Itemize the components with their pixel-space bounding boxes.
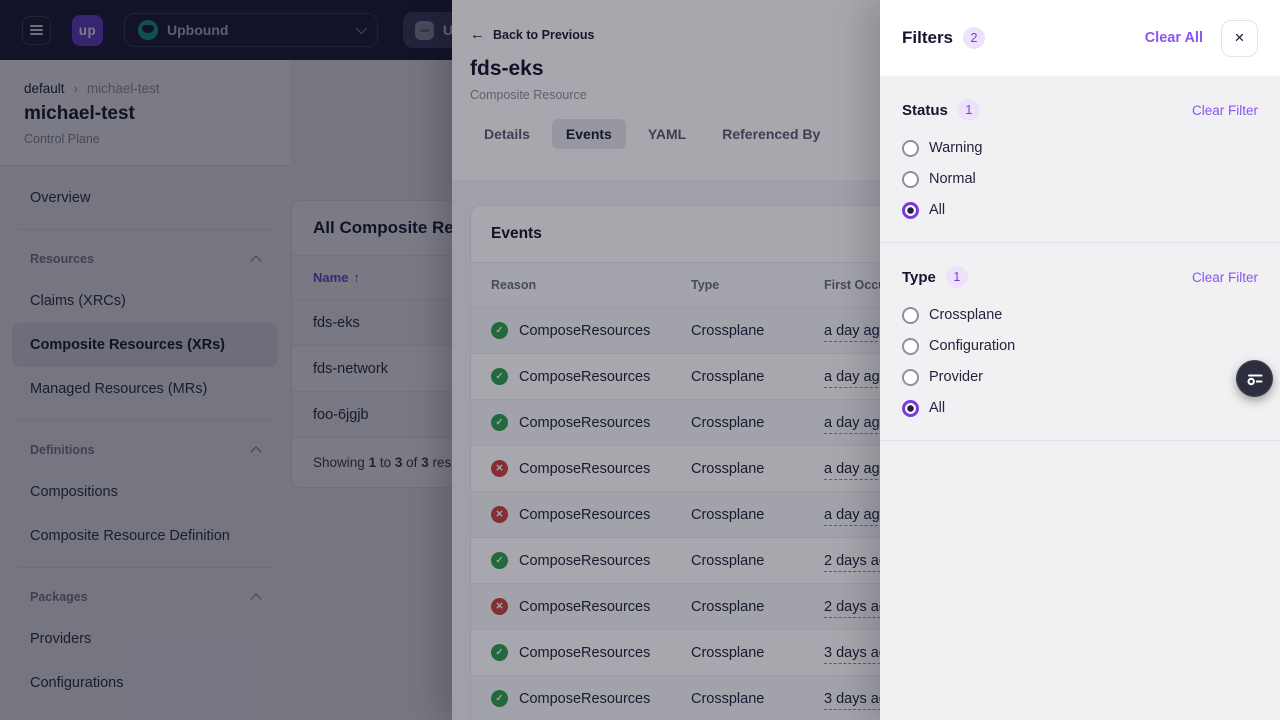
radio-option-crossplane[interactable]: Crossplane xyxy=(902,303,1258,327)
radio-checked-icon[interactable] xyxy=(902,202,919,219)
radio-option-all[interactable]: All xyxy=(902,396,1258,420)
radio-option-label: Configuration xyxy=(929,338,1015,354)
filter-fab-button[interactable] xyxy=(1236,360,1273,397)
clear-filter-button[interactable]: Clear Filter xyxy=(1192,103,1258,118)
radio-option-label: All xyxy=(929,202,945,218)
clear-filter-button[interactable]: Clear Filter xyxy=(1192,270,1258,285)
close-filter-button[interactable]: × xyxy=(1221,20,1258,57)
filter-section-title: Status xyxy=(902,102,948,119)
radio-unchecked-icon[interactable] xyxy=(902,171,919,188)
radio-option-label: Crossplane xyxy=(929,307,1002,323)
filter-section-header: Type 1 Clear Filter xyxy=(902,266,1258,288)
radio-unchecked-icon[interactable] xyxy=(902,369,919,386)
radio-option-configuration[interactable]: Configuration xyxy=(902,334,1258,358)
radio-option-warning[interactable]: Warning xyxy=(902,136,1258,160)
radio-option-label: Normal xyxy=(929,171,976,187)
close-icon: × xyxy=(1235,28,1245,48)
radio-option-label: Warning xyxy=(929,140,982,156)
radio-unchecked-icon[interactable] xyxy=(902,338,919,355)
radio-option-normal[interactable]: Normal xyxy=(902,167,1258,191)
app-window: up Upbound U default › michael-test mich… xyxy=(0,0,1280,720)
radio-unchecked-icon[interactable] xyxy=(902,307,919,324)
filter-panel-header: Filters 2 Clear All × xyxy=(880,0,1280,76)
filter-options: Crossplane Configuration Provider All xyxy=(902,303,1258,420)
filter-section-type: Type 1 Clear Filter Crossplane Configuration… xyxy=(880,243,1280,441)
filter-section-header: Status 1 Clear Filter xyxy=(902,99,1258,121)
filters-count-badge: 2 xyxy=(963,27,985,49)
filter-options: Warning Normal All xyxy=(902,136,1258,222)
filter-section-title: Type xyxy=(902,269,936,286)
filter-section-count-badge: 1 xyxy=(946,266,968,288)
filter-section-count-badge: 1 xyxy=(958,99,980,121)
filters-title: Filters xyxy=(902,28,953,48)
filter-panel: Filters 2 Clear All × Status 1 Clear Filte… xyxy=(880,0,1280,720)
filter-section-status: Status 1 Clear Filter Warning Normal All xyxy=(880,76,1280,243)
radio-checked-icon[interactable] xyxy=(902,400,919,417)
clear-all-button[interactable]: Clear All xyxy=(1145,30,1203,46)
radio-option-label: Provider xyxy=(929,369,983,385)
filter-sections: Status 1 Clear Filter Warning Normal All Type 1… xyxy=(880,76,1280,441)
radio-option-provider[interactable]: Provider xyxy=(902,365,1258,389)
radio-option-all[interactable]: All xyxy=(902,198,1258,222)
radio-unchecked-icon[interactable] xyxy=(902,140,919,157)
radio-option-label: All xyxy=(929,400,945,416)
filter-settings-icon xyxy=(1236,360,1273,397)
